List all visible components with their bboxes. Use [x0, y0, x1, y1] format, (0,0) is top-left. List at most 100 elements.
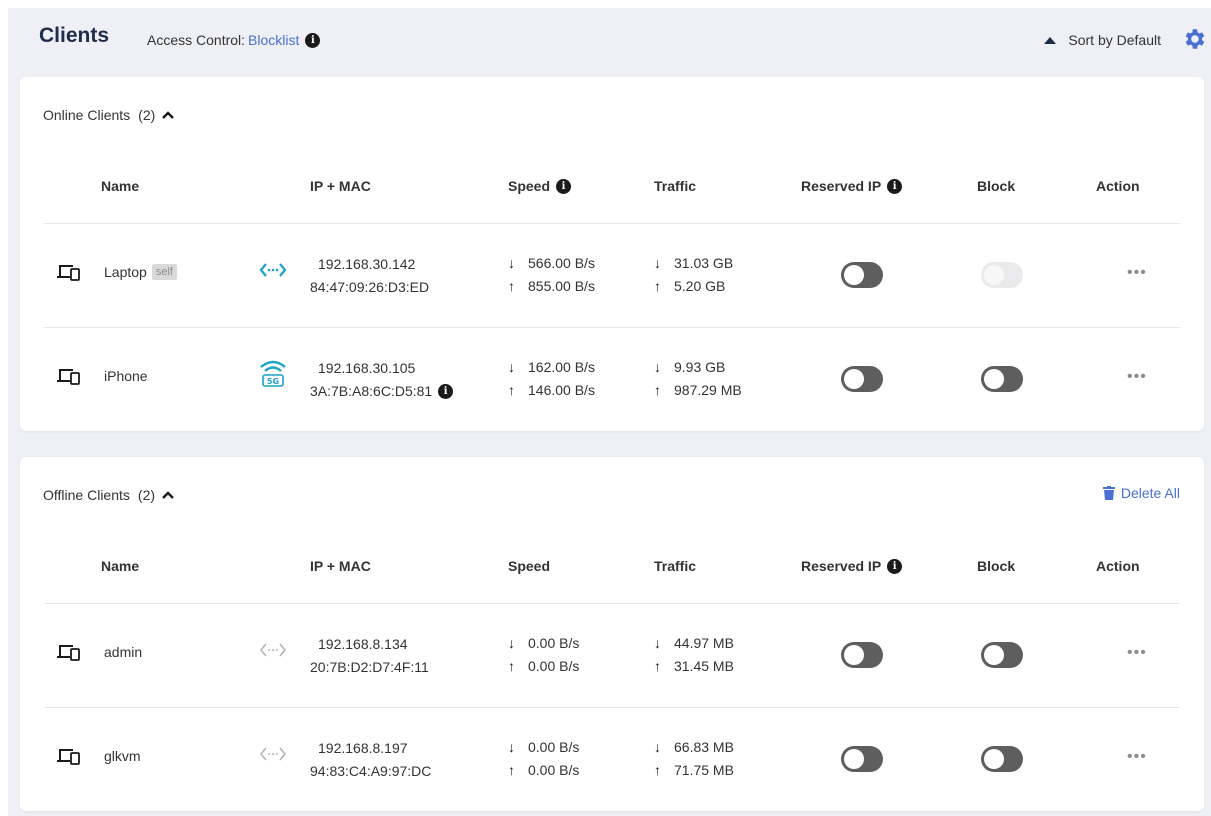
trash-icon [1102, 486, 1115, 500]
column-block: Block [977, 178, 1016, 194]
devices-icon [57, 265, 80, 281]
arrow-up-icon: ↑ [654, 278, 661, 294]
column-action: Action [1096, 558, 1140, 574]
more-actions-button[interactable]: ••• [1127, 264, 1147, 282]
client-name: glkvm [104, 748, 141, 764]
ip-mac: 192.168.30.105 3A:7B:A8:6C:D5:81 i [310, 357, 454, 403]
column-speed: Speed [508, 558, 551, 574]
client-name: iPhone [104, 368, 148, 384]
arrow-down-icon: ↓ [508, 635, 515, 651]
arrow-down-icon: ↓ [508, 255, 515, 271]
traffic-cell: ↓ 31.03 GB ↑ 5.20 GB [654, 252, 733, 298]
arrow-up-icon: ↑ [508, 658, 515, 674]
arrow-down-icon: ↓ [654, 255, 661, 271]
gear-icon[interactable] [1181, 26, 1207, 52]
ip-mac: 192.168.30.142 84:47:09:26:D3:ED [310, 256, 430, 295]
info-icon[interactable]: i [887, 178, 903, 194]
block-toggle[interactable] [981, 642, 1023, 668]
column-traffic: Traffic [654, 178, 697, 194]
arrow-down-icon: ↓ [508, 739, 515, 755]
arrow-up-icon: ↑ [508, 762, 515, 778]
client-name: Laptop self [104, 264, 177, 280]
chevron-up-icon [162, 491, 174, 499]
table-row: glkvm 192.168.8.197 94:83:C4:A9:97:DC ↓ 0… [44, 708, 1180, 812]
traffic-cell: ↓ 44.97 MB ↑ 31.45 MB [654, 632, 734, 678]
sort-label: Sort by Default [1068, 32, 1161, 48]
column-ip-mac: IP + MAC [310, 178, 371, 194]
column-speed: Speed i [508, 178, 572, 194]
info-icon[interactable]: i [556, 178, 572, 194]
column-block: Block [977, 558, 1016, 574]
page-title: Clients [39, 24, 110, 47]
column-name: Name [101, 558, 140, 574]
section-count: (2) [137, 487, 156, 503]
column-action: Action [1096, 178, 1140, 194]
access-control: Access Control: Blocklist i [147, 32, 321, 48]
column-reserved-ip: Reserved IP i [801, 178, 903, 194]
ethernet-icon [259, 747, 287, 761]
table-row: admin 192.168.8.134 20:7B:D2:D7:4F:11 ↓ 0… [44, 604, 1180, 708]
clients-page: Clients Access Control: Blocklist i Sort… [8, 8, 1211, 816]
more-actions-button[interactable]: ••• [1127, 644, 1147, 662]
ethernet-icon [259, 263, 287, 277]
speed-cell: ↓ 0.00 B/s ↑ 0.00 B/s [508, 736, 579, 782]
offline-clients-card: Offline Clients (2) Delete All Name IP +… [20, 457, 1204, 811]
svg-text:5G: 5G [267, 377, 279, 386]
ip-mac: 192.168.8.134 20:7B:D2:D7:4F:11 [310, 636, 429, 675]
chevron-up-icon [162, 111, 175, 119]
block-toggle[interactable] [981, 746, 1023, 772]
online-clients-toggle[interactable]: Online Clients (2) [43, 107, 175, 123]
ip-mac: 192.168.8.197 94:83:C4:A9:97:DC [310, 740, 432, 779]
traffic-cell: ↓ 9.93 GB ↑ 987.29 MB [654, 356, 742, 402]
info-icon[interactable]: i [887, 558, 903, 574]
column-ip-mac: IP + MAC [310, 558, 371, 574]
access-control-label: Access Control: [147, 32, 246, 48]
wifi-5g-icon: 5G [260, 360, 286, 387]
table-row: Laptop self 192.168.30.142 84:47:09:26:D… [44, 224, 1180, 328]
offline-clients-toggle[interactable]: Offline Clients (2) [43, 487, 175, 503]
arrow-down-icon: ↓ [654, 359, 661, 375]
info-icon[interactable]: i [438, 384, 454, 399]
table-header: Name IP + MAC Speed i Traffic Reserved IP… [44, 172, 1180, 224]
info-icon[interactable]: i [305, 32, 321, 48]
column-traffic: Traffic [654, 558, 697, 574]
arrow-up-icon: ↑ [654, 658, 661, 674]
reserved-ip-toggle[interactable] [841, 366, 883, 392]
online-clients-card: Online Clients (2) Name IP + MAC Speed i … [20, 77, 1204, 431]
table-row: iPhone 5G 192.168.30.105 3A:7B:A8:6C:D5:… [44, 328, 1180, 432]
caret-up-icon [1044, 36, 1057, 44]
speed-cell: ↓ 566.00 B/s ↑ 855.00 B/s [508, 252, 595, 298]
arrow-down-icon: ↓ [654, 739, 661, 755]
reserved-ip-toggle[interactable] [841, 642, 883, 668]
arrow-up-icon: ↑ [654, 762, 661, 778]
ethernet-icon [259, 643, 287, 657]
speed-cell: ↓ 0.00 B/s ↑ 0.00 B/s [508, 632, 579, 678]
arrow-down-icon: ↓ [508, 359, 515, 375]
page-header: Clients Access Control: Blocklist i Sort… [8, 8, 1211, 72]
more-actions-button[interactable]: ••• [1127, 748, 1147, 766]
arrow-up-icon: ↑ [508, 278, 515, 294]
table-header: Name IP + MAC Speed Traffic Reserved IP i… [44, 552, 1180, 604]
more-actions-button[interactable]: ••• [1127, 368, 1147, 386]
devices-icon [57, 749, 80, 765]
arrow-up-icon: ↑ [508, 382, 515, 398]
section-title: Online Clients [43, 107, 131, 123]
column-reserved-ip: Reserved IP i [801, 558, 903, 574]
block-toggle[interactable] [981, 366, 1023, 392]
section-title: Offline Clients [43, 487, 130, 503]
reserved-ip-toggle[interactable] [841, 746, 883, 772]
speed-cell: ↓ 162.00 B/s ↑ 146.00 B/s [508, 356, 595, 402]
column-name: Name [101, 178, 140, 194]
sort-button[interactable]: Sort by Default [1044, 32, 1161, 48]
access-control-link[interactable]: Blocklist [248, 32, 299, 48]
block-toggle [981, 262, 1023, 288]
devices-icon [57, 645, 80, 661]
devices-icon [57, 369, 80, 385]
arrow-down-icon: ↓ [654, 635, 661, 651]
section-count: (2) [138, 107, 156, 123]
client-name: admin [104, 644, 143, 660]
reserved-ip-toggle[interactable] [841, 262, 883, 288]
delete-all-button[interactable]: Delete All [1102, 485, 1180, 501]
traffic-cell: ↓ 66.83 MB ↑ 71.75 MB [654, 736, 734, 782]
self-badge: self [151, 264, 177, 280]
